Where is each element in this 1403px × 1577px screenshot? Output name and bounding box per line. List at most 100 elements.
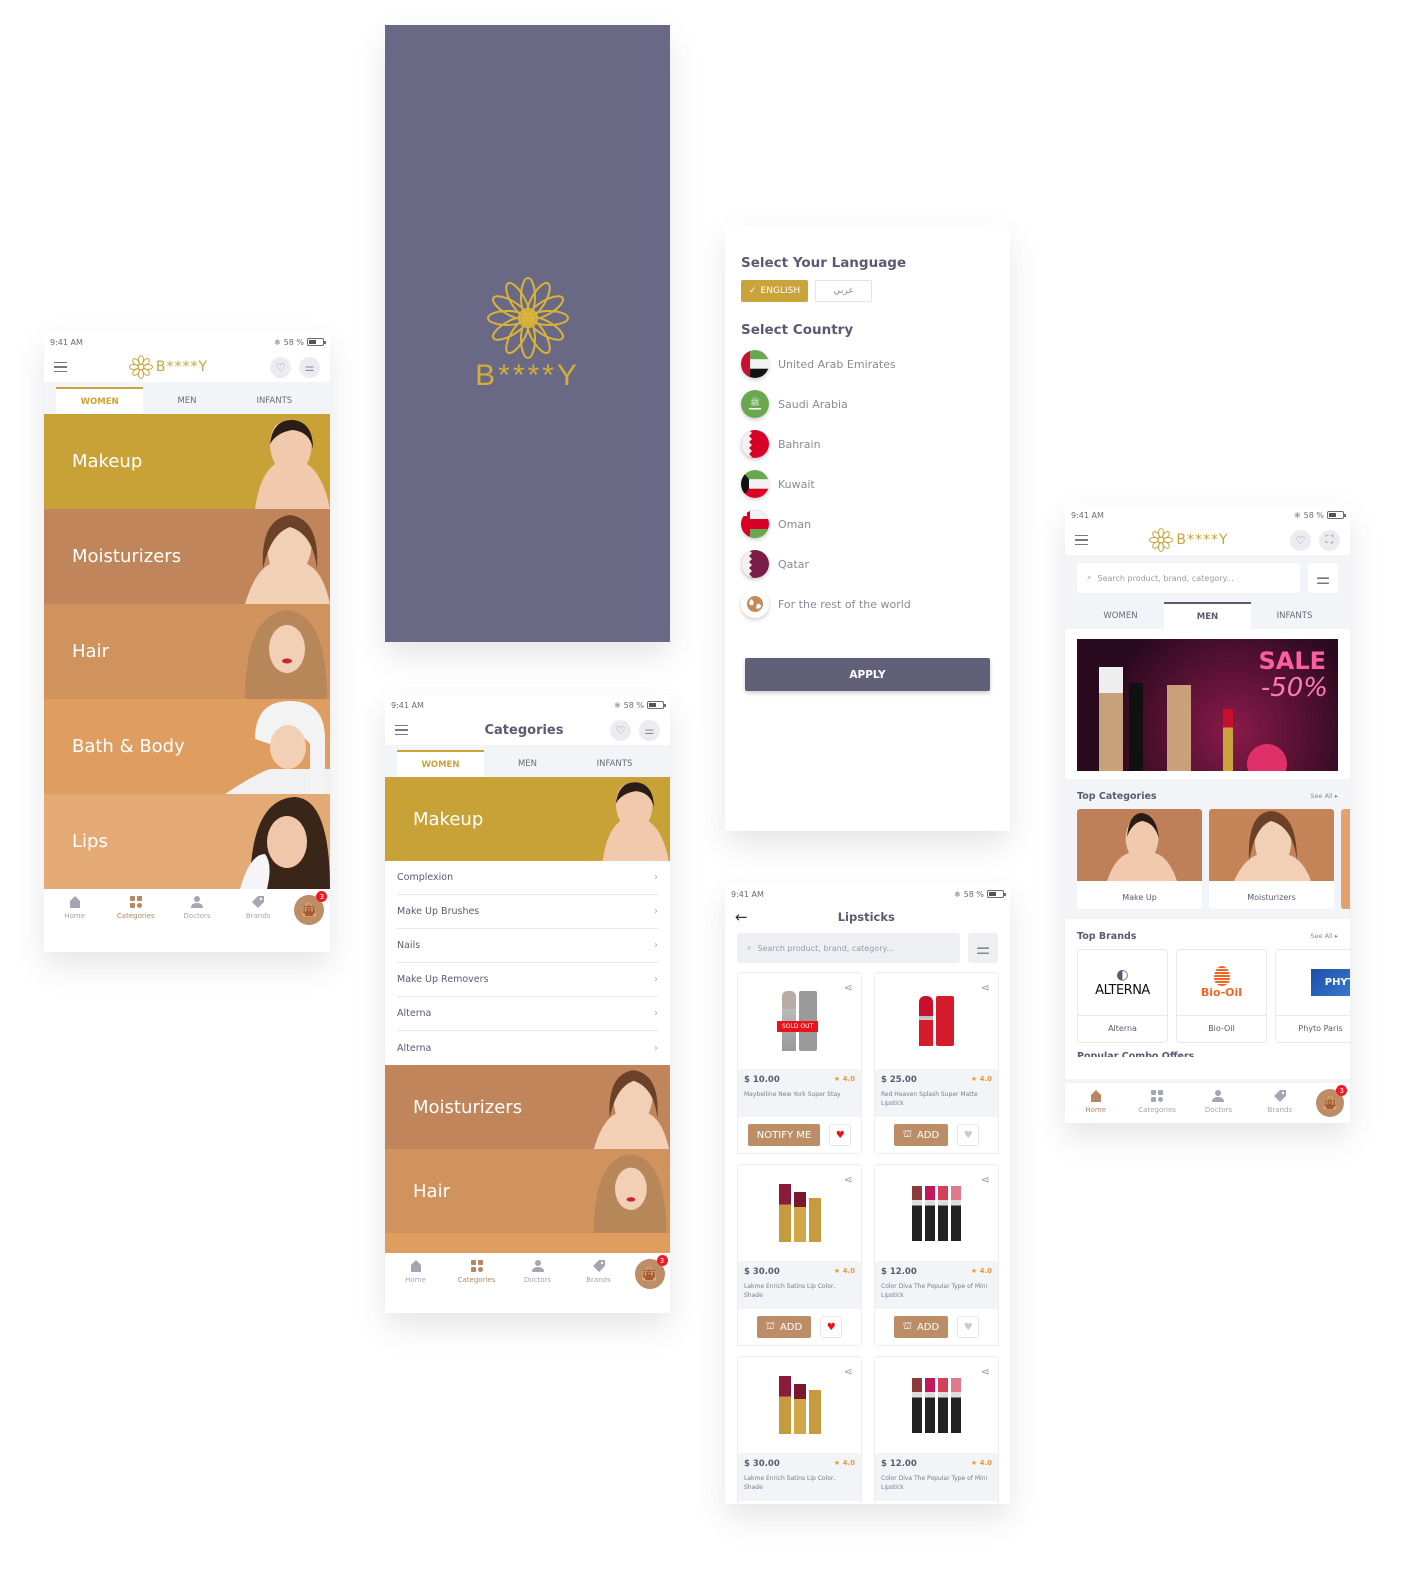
add-to-cart-button[interactable]: ⛫ ADD	[893, 1124, 949, 1146]
apply-button[interactable]: APPLY	[745, 658, 990, 691]
scan-button[interactable]: ⛶	[1319, 529, 1340, 551]
share-icon[interactable]: ⋖	[981, 981, 990, 994]
share-icon[interactable]: ⋖	[981, 1365, 990, 1378]
subcategory-label: Nails	[397, 940, 421, 951]
share-icon[interactable]: ⋖	[844, 981, 853, 994]
heart-filled-icon: ♥	[835, 1129, 845, 1141]
notify-me-button[interactable]: NOTIFY ME	[747, 1124, 821, 1146]
cart-button[interactable]: 👜 3	[634, 1255, 668, 1289]
nav-home[interactable]: Home	[50, 895, 100, 920]
brand-card[interactable]: ◐ ALTERNA Alterna	[1077, 949, 1168, 1043]
product-card[interactable]: ⋖ $ 12.00 ★ 4.0 Color Diva The Popular Typ…	[874, 1164, 999, 1346]
subcategory-label: Alterna	[397, 1008, 432, 1019]
country-item-uae[interactable]: United Arab Emirates	[741, 344, 994, 384]
menu-icon[interactable]	[1075, 534, 1088, 546]
country-item-bahrain[interactable]: Bahrain	[741, 424, 994, 464]
favorite-button[interactable]: ♥	[829, 1124, 852, 1146]
tab-women[interactable]: WOMEN	[1077, 602, 1164, 629]
tab-men[interactable]: MEN	[1164, 602, 1251, 629]
product-card[interactable]: ⋖ $ 30.00 ★ 4.0 Lakme Enrich Satins Lip Co…	[737, 1356, 862, 1504]
see-all-link[interactable]: See All ▸	[1310, 932, 1338, 940]
category-banner-moisturizers[interactable]: Moisturizers	[385, 1065, 670, 1149]
filter-button[interactable]: ⚌	[638, 719, 660, 741]
top-category-card-partial[interactable]	[1341, 809, 1350, 909]
product-card[interactable]: ⋖ SOLD OUT $ 10.00 ★ 4.0 Maybelline New Yo…	[737, 972, 862, 1154]
tab-women[interactable]: WOMEN	[56, 387, 144, 414]
nav-brands[interactable]: Brands	[233, 895, 283, 920]
subcategory-item[interactable]: Complexion ›	[397, 861, 658, 895]
country-item-rest-of-world[interactable]: For the rest of the world	[741, 584, 994, 624]
top-category-card[interactable]: Moisturizers	[1209, 809, 1334, 909]
brand-card[interactable]: PHYTO Phyto Paris	[1275, 949, 1350, 1043]
nav-brands[interactable]: Brands	[574, 1259, 624, 1284]
category-banner-moisturizers[interactable]: Moisturizers	[44, 509, 330, 604]
nav-categories[interactable]: Categories	[111, 895, 161, 920]
nav-home[interactable]: Home	[391, 1259, 441, 1284]
favorite-button[interactable]: ♥	[957, 1316, 980, 1338]
cart-button[interactable]: 👜 3	[294, 891, 328, 925]
nav-home[interactable]: Home	[1071, 1089, 1121, 1114]
category-banner-hair[interactable]: Hair	[44, 604, 330, 699]
favorite-button[interactable]: ♥	[957, 1124, 980, 1146]
menu-icon[interactable]	[54, 361, 67, 373]
battery-icon	[1327, 511, 1346, 519]
share-icon[interactable]: ⋖	[981, 1173, 990, 1186]
filter-button[interactable]: ⚌	[968, 933, 998, 963]
country-label: Qatar	[778, 557, 809, 571]
shopping-bag-icon: 👜	[641, 1266, 658, 1282]
tab-infants[interactable]: INFANTS	[571, 750, 658, 777]
tab-men[interactable]: MEN	[484, 750, 571, 777]
country-item-qatar[interactable]: Qatar	[741, 544, 994, 584]
nav-categories[interactable]: Categories	[452, 1259, 502, 1284]
see-all-link[interactable]: See All ▸	[1310, 792, 1338, 800]
subcategory-item[interactable]: Make Up Removers ›	[397, 963, 658, 997]
country-item-kuwait[interactable]: Kuwait	[741, 464, 994, 504]
category-banner-hair[interactable]: Hair	[385, 1149, 670, 1233]
wishlist-button[interactable]: ♡	[609, 719, 631, 741]
nav-doctors[interactable]: Doctors	[513, 1259, 563, 1284]
wishlist-button[interactable]: ♡	[270, 356, 291, 378]
country-item-saudi-arabia[interactable]: ﷺ Saudi Arabia	[741, 384, 994, 424]
cart-button[interactable]: 👜 3	[1316, 1085, 1348, 1117]
nav-doctors[interactable]: Doctors	[172, 895, 222, 920]
tab-women[interactable]: WOMEN	[397, 750, 484, 777]
nav-categories[interactable]: Categories	[1132, 1089, 1182, 1114]
back-arrow-icon[interactable]: ←	[735, 908, 748, 926]
tab-men[interactable]: MEN	[143, 387, 230, 414]
subcategory-item[interactable]: Alterna ›	[397, 997, 658, 1031]
kuwait-flag-icon	[741, 470, 769, 498]
search-input[interactable]: ⌕ Search product, brand, category...	[1077, 563, 1300, 593]
product-name: Lakme Enrich Satins Lip Color, Shade	[744, 1475, 836, 1491]
country-item-oman[interactable]: Oman	[741, 504, 994, 544]
button-label: ADD	[916, 1129, 940, 1141]
product-card[interactable]: ⋖ $ 12.00 ★ 4.0 Color Diva The Popular Typ…	[874, 1356, 999, 1504]
subcategory-item[interactable]: Alterna ›	[397, 1031, 658, 1065]
product-card[interactable]: ⋖ $ 30.00 ★ 4.0 Lakme Enrich Satins Lip Co…	[737, 1164, 862, 1346]
wishlist-button[interactable]: ♡	[1290, 529, 1311, 551]
share-icon[interactable]: ⋖	[844, 1365, 853, 1378]
tab-infants[interactable]: INFANTS	[1251, 602, 1338, 629]
tab-infants[interactable]: INFANTS	[231, 387, 318, 414]
nav-doctors[interactable]: Doctors	[1193, 1089, 1243, 1114]
nav-brands[interactable]: Brands	[1255, 1089, 1305, 1114]
brand-card[interactable]: Bio-Oil Bio-Oil	[1176, 949, 1267, 1043]
category-banner-lips[interactable]: Lips	[44, 794, 330, 889]
category-banner-bath-body[interactable]: Bath & Body	[44, 699, 330, 794]
subcategory-item[interactable]: Make Up Brushes ›	[397, 895, 658, 929]
language-arabic-button[interactable]: عربي	[815, 280, 873, 302]
search-input[interactable]: ⌕ Search product, brand, category...	[737, 933, 960, 963]
filter-button[interactable]: ⚌	[299, 356, 320, 378]
category-banner-makeup[interactable]: Makeup	[385, 777, 670, 861]
category-banner-makeup[interactable]: Makeup	[44, 414, 330, 509]
favorite-button[interactable]: ♥	[820, 1316, 843, 1338]
top-category-card[interactable]: Make Up	[1077, 809, 1202, 909]
share-icon[interactable]: ⋖	[844, 1173, 853, 1186]
promo-banner[interactable]: SALE -50%	[1077, 639, 1338, 771]
filter-button[interactable]: ⚌	[1308, 563, 1338, 593]
add-to-cart-button[interactable]: ⛫ ADD	[893, 1316, 949, 1338]
language-english-button[interactable]: ✓ ENGLISH	[741, 280, 809, 302]
subcategory-item[interactable]: Nails ›	[397, 929, 658, 963]
add-to-cart-button[interactable]: ⛫ ADD	[756, 1316, 812, 1338]
menu-icon[interactable]	[395, 724, 408, 736]
product-card[interactable]: ⋖ $ 25.00 ★ 4.0 Red Heaven Splash Super Ma…	[874, 972, 999, 1154]
